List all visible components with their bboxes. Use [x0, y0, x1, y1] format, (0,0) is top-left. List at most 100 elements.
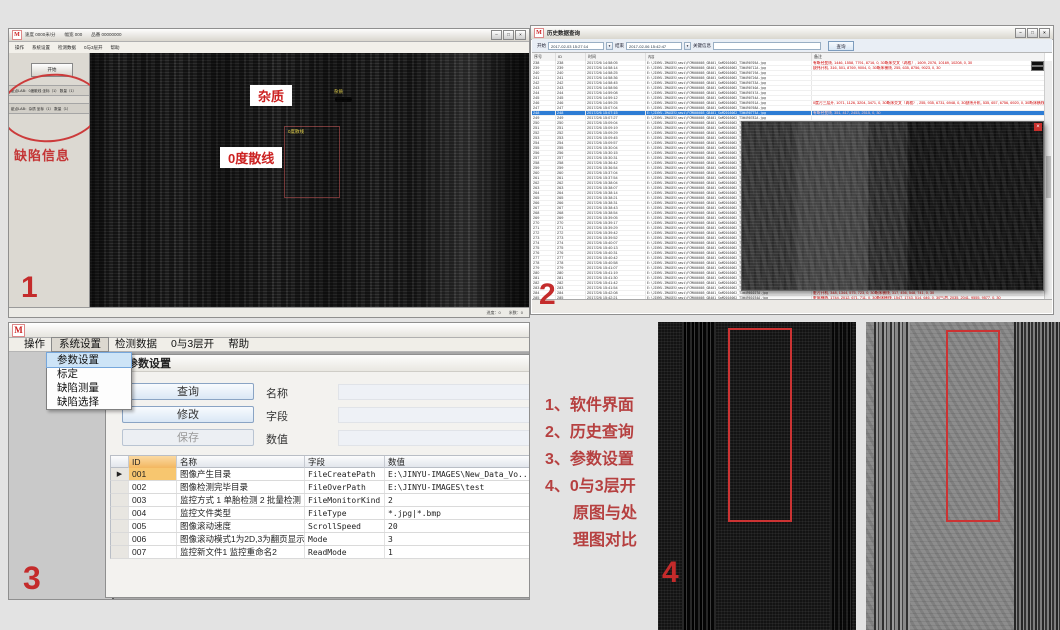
processed-fabric-image — [866, 322, 1060, 630]
table-row[interactable]: 004监控文件类型FileType*.jpg|*.bmp — [110, 507, 530, 520]
menu-item[interactable]: 系统设置 — [52, 338, 108, 351]
panel-number-badge: 3 — [23, 560, 41, 597]
chevron-down-icon[interactable]: ▾ — [606, 42, 613, 50]
menu-item[interactable]: 0与3层开 — [164, 338, 221, 351]
menu-item[interactable]: 检测数据 — [108, 338, 164, 351]
table-header: ID名称字段数值 — [110, 455, 530, 468]
field-input[interactable] — [338, 407, 530, 423]
minimize-icon[interactable]: – — [491, 30, 502, 40]
menu-item[interactable]: 缺陷测量 — [47, 381, 131, 395]
minimize-icon[interactable]: – — [1015, 28, 1026, 38]
window-titlebar: M 速度 0000米/分 幅宽 000 品番 00000000 – □ × — [9, 29, 529, 42]
stripe-texture — [830, 322, 852, 630]
impurity-defect-spot — [335, 97, 352, 102]
stripe-texture — [1014, 322, 1060, 630]
menu-item[interactable]: 帮助 — [107, 45, 124, 51]
titlebar-status-text: 速度 0000米/分 幅宽 000 品番 00000000 — [25, 32, 122, 38]
table-row[interactable]: 002图像检测完毕目录FileOverPathE:\JINYU-IMAGES\t… — [110, 481, 530, 494]
close-icon[interactable]: × — [1034, 123, 1042, 131]
system-settings-menu-dropdown: 参数设置标定缺陷测量缺陷选择 — [46, 352, 132, 410]
mdi-client-area: M 参数设置 查询 修改 保存 名称 字段 数值 ID名称字段数值 ▶001图像… — [9, 352, 529, 599]
name-input[interactable] — [338, 384, 530, 400]
child-window-titlebar: M 参数设置 — [106, 355, 530, 372]
keyword-label: 关键信息 — [693, 43, 711, 49]
maximize-icon[interactable]: □ — [1027, 28, 1038, 38]
table-row[interactable]: ▶001图像产生目录FileCreatePathE:\JINYU-IMAGES\… — [110, 468, 530, 481]
window-titlebar: M — [9, 323, 529, 338]
menu-item[interactable]: 参数设置 — [47, 353, 131, 367]
scatter-line-label: 0度散线 — [220, 147, 282, 168]
status-bar: 进度：0 米数：0 — [9, 307, 529, 317]
close-icon[interactable]: × — [1039, 28, 1050, 38]
impurity-label: 杂质 — [250, 85, 292, 106]
start-date-input[interactable]: 2017-02-03 15:27:14 — [548, 42, 604, 50]
table-row[interactable]: 007监控新文件1 监控重命名2ReadMode1 — [110, 546, 530, 559]
menu-bar: 操作系统设置检测数据0与3层开帮助 — [9, 338, 529, 352]
value-input[interactable] — [338, 430, 530, 446]
horizontal-scrollbar[interactable] — [532, 299, 1052, 313]
maximize-icon[interactable]: □ — [503, 30, 514, 40]
panel-history-query: M 历史数据查询 – □ × 开始 2017-02-03 15:27:14 ▾ … — [530, 25, 1054, 315]
app-icon: M — [534, 28, 544, 38]
menu-item[interactable]: 操作 — [17, 338, 52, 351]
end-date-input[interactable]: 2017-02-06 15:42:47 — [626, 42, 682, 50]
close-icon[interactable]: × — [515, 30, 526, 40]
main-body: 开始 疵点LAB：0度散线 坐标（1） 数量（1） 疵点LAB：杂质 坐标（1）… — [9, 53, 529, 307]
column-header: 备注 — [812, 53, 1045, 61]
panel-number-badge: 4 — [662, 556, 679, 590]
menu-item[interactable]: 0与3层开 — [80, 45, 107, 51]
attachment-chip — [1032, 62, 1043, 65]
attachment-chip — [1032, 67, 1043, 70]
status-text: 进度：0 米数：0 — [487, 310, 523, 315]
column-header: 内容 — [646, 53, 812, 61]
parameter-table: ID名称字段数值 ▶001图像产生目录FileCreatePathE:\JINY… — [110, 455, 530, 559]
query-button[interactable]: 查询 — [122, 383, 254, 400]
app-icon: M — [12, 30, 22, 40]
parameter-settings-window: M 参数设置 查询 修改 保存 名称 字段 数值 ID名称字段数值 ▶001图像… — [105, 354, 530, 598]
panel-parameter-settings: M 操作系统设置检测数据0与3层开帮助 M 参数设置 查询 修改 保存 名称 字… — [8, 322, 530, 600]
menu-item[interactable]: 系统设置 — [28, 45, 54, 51]
summary-notes: 1、软件界面2、历史查询3、参数设置4、0与3层开原图与处理图对比 — [545, 392, 660, 554]
row-marker: ▶ — [111, 468, 129, 480]
note-line: 1、软件界面 — [545, 392, 660, 419]
red-highlight-rect — [946, 330, 1000, 522]
modify-button[interactable]: 修改 — [122, 406, 254, 423]
table-row[interactable]: 003监控方式 1 单胎检测 2 批量检测FileMonitorKind2 — [110, 494, 530, 507]
panel-number-badge: 1 — [21, 271, 38, 305]
note-line: 2、历史查询 — [545, 419, 660, 446]
menu-item[interactable]: 标定 — [47, 367, 131, 381]
menu-item[interactable]: 操作 — [11, 45, 28, 51]
end-date-label: 结束 — [615, 43, 624, 49]
query-button[interactable]: 查询 — [828, 41, 854, 51]
table-row[interactable]: 006图像滚动模式1为2D,3为翻页显示Mode3 — [110, 533, 530, 546]
fabric-image-view: 杂质 杂质 0度散线 0度散线 — [90, 53, 529, 307]
menu-item[interactable]: 帮助 — [221, 338, 256, 351]
vertical-scrollbar[interactable] — [1044, 61, 1052, 301]
child-window-title: 参数设置 — [127, 355, 171, 371]
table-row[interactable]: 005图像滚动速度ScrollSpeed20 — [110, 520, 530, 533]
save-button[interactable]: 保存 — [122, 429, 254, 446]
screenshot-canvas: M 速度 0000米/分 幅宽 000 品番 00000000 – □ × 操作… — [0, 0, 1060, 630]
stripe-texture — [874, 322, 910, 630]
window-title: 历史数据查询 — [547, 29, 580, 37]
column-header: ID — [556, 53, 586, 61]
defect-info-annotation: 缺陷信息 — [14, 145, 70, 164]
menu-item[interactable]: 缺陷选择 — [47, 395, 131, 409]
original-fabric-image — [658, 322, 856, 630]
red-highlight-rect — [728, 328, 792, 522]
note-line: 4、0与3层开 — [545, 473, 660, 500]
panel-main-ui: M 速度 0000米/分 幅宽 000 品番 00000000 – □ × 操作… — [8, 28, 530, 318]
stripe-texture — [682, 322, 716, 630]
name-label: 名称 — [266, 385, 288, 401]
chevron-down-icon[interactable]: ▾ — [684, 42, 691, 50]
field-label: 字段 — [266, 408, 288, 424]
keyword-input[interactable] — [713, 42, 821, 50]
value-label: 数值 — [266, 431, 288, 447]
menu-item[interactable]: 检测数据 — [54, 45, 80, 51]
scrollbar-thumb[interactable] — [1046, 156, 1051, 198]
impurity-tag: 杂质 — [334, 89, 343, 95]
image-preview-popup: × — [741, 121, 1044, 291]
window-titlebar: M 历史数据查询 – □ × — [531, 26, 1053, 40]
app-icon: M — [12, 324, 25, 337]
defect-outline — [284, 126, 340, 198]
